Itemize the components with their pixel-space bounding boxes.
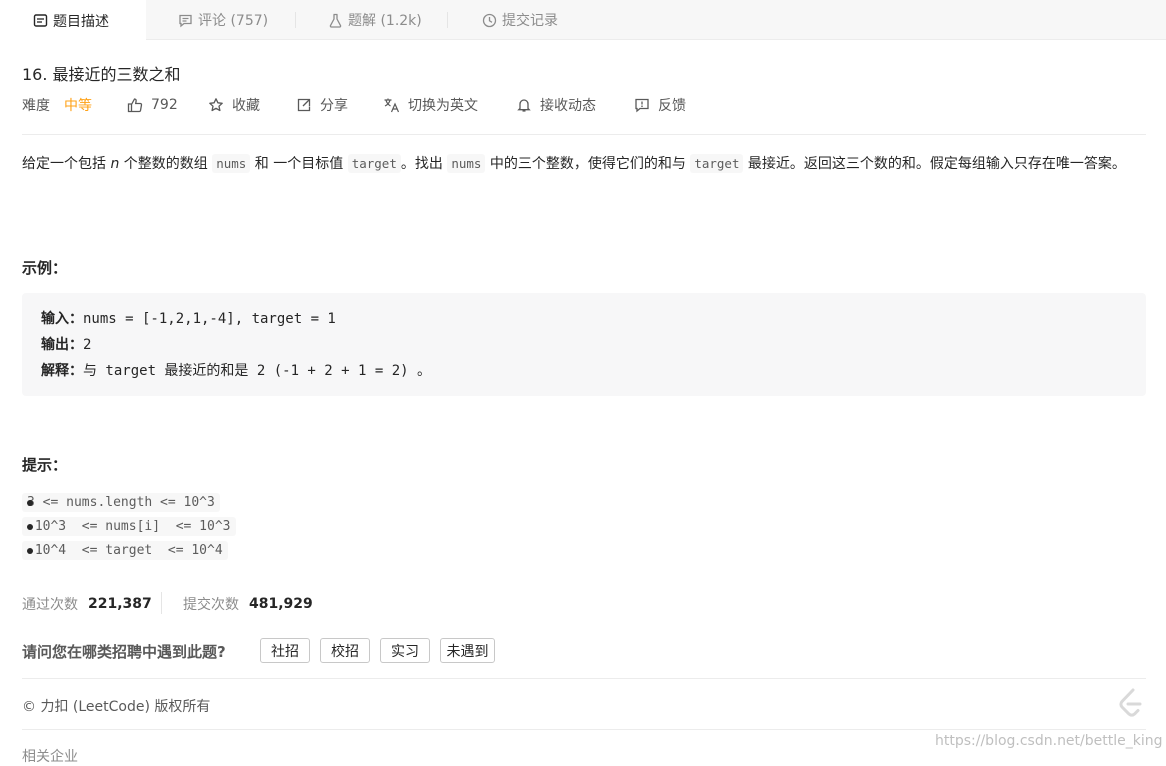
example-output-label: 输出： <box>41 337 83 353</box>
survey-option-internship[interactable]: 实习 <box>380 638 430 663</box>
notify-label: 接收动态 <box>540 98 596 114</box>
divider <box>22 134 1146 135</box>
watermark: https://blog.csdn.net/bettle_king <box>935 733 1163 749</box>
tab-comments[interactable]: 评论 (757) <box>178 0 268 40</box>
submitted-value: 481,929 <box>249 596 313 612</box>
tab-description[interactable]: 题目描述 <box>0 0 146 41</box>
accepted-stat: 通过次数 221,387 <box>22 594 152 614</box>
description-text: 和 一个目标值 <box>250 156 348 172</box>
switch-language-button[interactable]: 切换为英文 <box>383 95 478 115</box>
description-text: 给定一个包括 <box>22 156 111 172</box>
problem-description: 给定一个包括 n 个整数的数组 nums 和 一个目标值 target 。找出 n… <box>22 152 1146 176</box>
tab-label: 题解 (1.2k) <box>348 13 422 29</box>
description-variable: n <box>110 156 120 172</box>
tab-label: 题目描述 <box>53 13 109 30</box>
notify-button[interactable]: 接收动态 <box>516 95 596 115</box>
inline-code: target <box>347 154 401 173</box>
survey-question: 请问您在哪类招聘中遇到此题? <box>22 643 226 661</box>
share-icon <box>296 97 312 113</box>
list-item: -10^4 <= target <= 10^4 <box>22 541 228 560</box>
share-label: 分享 <box>320 98 348 114</box>
description-text: 。找出 <box>400 156 448 172</box>
accepted-label: 通过次数 <box>22 597 78 613</box>
favorite-button[interactable]: 收藏 <box>208 95 260 115</box>
star-icon <box>208 97 224 113</box>
submitted-label: 提交次数 <box>183 597 239 613</box>
comment-icon <box>178 13 193 28</box>
example-input: 输入：nums = [-1,2,1,-4], target = 1 <box>41 308 336 328</box>
tab-label: 提交记录 <box>502 13 558 29</box>
example-output-value: 2 <box>83 337 92 353</box>
feedback-icon <box>634 97 650 113</box>
bell-icon <box>516 97 532 113</box>
inline-code: nums <box>212 154 251 173</box>
tab-submissions[interactable]: 提交记录 <box>482 0 558 40</box>
difficulty-label: 难度 <box>22 98 50 114</box>
example-input-label: 输入： <box>41 311 83 327</box>
like-count: 792 <box>151 97 178 113</box>
copyright: © 力扣 (LeetCode) 版权所有 <box>22 699 211 715</box>
related-companies[interactable]: 相关企业 <box>22 746 78 766</box>
bullet <box>27 500 33 506</box>
accepted-value: 221,387 <box>88 596 152 612</box>
flask-icon <box>328 13 343 28</box>
example-block: 输入：nums = [-1,2,1,-4], target = 1 输出：2 解… <box>22 293 1146 396</box>
divider <box>22 678 1146 679</box>
tab-bar: 题目描述 评论 (757) 题解 (1.2k) 提交记录 <box>0 0 1166 41</box>
hint-code: -10^3 <= nums[i] <= 10^3 <box>22 517 236 536</box>
feedback-button[interactable]: 反馈 <box>634 95 686 115</box>
leetcode-logo-icon <box>1113 686 1147 724</box>
bullet <box>27 524 33 530</box>
hint-code: -10^4 <= target <= 10^4 <box>22 541 228 560</box>
favorite-label: 收藏 <box>232 98 260 114</box>
translate-icon <box>383 97 400 113</box>
description-text: 中的三个整数，使得它们的和与 <box>485 156 691 172</box>
share-button[interactable]: 分享 <box>296 95 348 115</box>
inline-code: target <box>690 154 744 173</box>
tab-solutions[interactable]: 题解 (1.2k) <box>328 0 422 40</box>
tab-divider <box>447 12 448 28</box>
hints-heading: 提示： <box>22 456 68 474</box>
example-explanation: 解释：与 target 最接近的和是 2 (-1 + 2 + 1 = 2) 。 <box>41 360 431 380</box>
description-text: 最接近。返回这三个数的和。假定每组输入只存在唯一答案。 <box>743 156 1126 172</box>
survey-option-not-met[interactable]: 未遇到 <box>440 638 495 663</box>
tab-label: 评论 (757) <box>198 13 269 29</box>
survey-option-campus[interactable]: 校招 <box>320 638 370 663</box>
example-input-value: nums = [-1,2,1,-4], target = 1 <box>83 311 336 327</box>
description-text: 个整数的数组 <box>119 156 213 172</box>
list-item: -10^3 <= nums[i] <= 10^3 <box>22 517 236 536</box>
like-button[interactable]: 792 <box>127 95 178 115</box>
example-explanation-label: 解释： <box>41 363 83 379</box>
hint-code: 3 <= nums.length <= 10^3 <box>22 493 220 512</box>
feedback-label: 反馈 <box>658 98 686 114</box>
description-icon <box>33 13 48 28</box>
list-item: 3 <= nums.length <= 10^3 <box>22 493 220 512</box>
example-output: 输出：2 <box>41 334 91 354</box>
bullet <box>27 548 33 554</box>
survey-option-social[interactable]: 社招 <box>260 638 310 663</box>
difficulty: 难度 中等 <box>22 95 92 115</box>
inline-code: nums <box>447 154 486 173</box>
stats-divider <box>161 592 162 614</box>
example-heading: 示例： <box>22 259 68 277</box>
tab-divider <box>295 12 296 28</box>
example-explanation-value: 与 target 最接近的和是 2 (-1 + 2 + 1 = 2) 。 <box>83 363 432 379</box>
divider <box>22 729 1146 730</box>
clock-icon <box>482 13 497 28</box>
submitted-stat: 提交次数 481,929 <box>183 594 313 614</box>
thumbs-up-icon <box>127 97 143 113</box>
switch-language-label: 切换为英文 <box>408 98 478 114</box>
difficulty-value: 中等 <box>64 98 92 114</box>
problem-title: 16. 最接近的三数之和 <box>22 65 181 84</box>
